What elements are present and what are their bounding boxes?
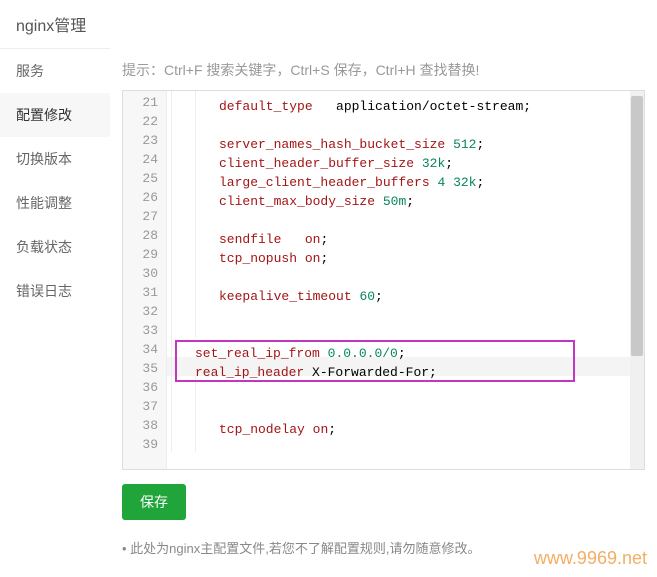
line-number: 38 [123, 416, 166, 435]
line-number: 36 [123, 378, 166, 397]
page-title: nginx管理 [0, 0, 657, 48]
code-line[interactable] [167, 395, 644, 414]
code-line[interactable]: server_names_hash_bucket_size 512; [167, 129, 644, 148]
line-number: 24 [123, 150, 166, 169]
sidebar: 服务配置修改切换版本性能调整负载状态错误日志 [0, 48, 110, 577]
line-number: 27 [123, 207, 166, 226]
scrollbar[interactable] [630, 91, 644, 469]
line-number: 35 [123, 359, 166, 378]
code-editor[interactable]: 21222324252627282930313233343536373839 d… [122, 90, 645, 470]
line-number: 26 [123, 188, 166, 207]
sidebar-item-5[interactable]: 错误日志 [0, 269, 110, 313]
code-line[interactable] [167, 319, 644, 338]
main-panel: 提示：Ctrl+F 搜索关键字，Ctrl+S 保存，Ctrl+H 查找替换! 2… [110, 48, 657, 577]
tip-text: 提示：Ctrl+F 搜索关键字，Ctrl+S 保存，Ctrl+H 查找替换! [122, 54, 645, 90]
line-number: 23 [123, 131, 166, 150]
line-number: 30 [123, 264, 166, 283]
code-line[interactable]: client_max_body_size 50m; [167, 186, 644, 205]
line-number: 33 [123, 321, 166, 340]
sidebar-item-1[interactable]: 配置修改 [0, 93, 110, 137]
code-line[interactable]: large_client_header_buffers 4 32k; [167, 167, 644, 186]
sidebar-item-2[interactable]: 切换版本 [0, 137, 110, 181]
scroll-thumb[interactable] [631, 96, 643, 356]
line-number: 34 [123, 340, 166, 359]
line-number: 22 [123, 112, 166, 131]
code-line[interactable]: keepalive_timeout 60; [167, 281, 644, 300]
code-line[interactable]: default_type application/octet-stream; [167, 91, 644, 110]
line-number: 37 [123, 397, 166, 416]
line-number: 31 [123, 283, 166, 302]
line-number: 28 [123, 226, 166, 245]
line-gutter: 21222324252627282930313233343536373839 [123, 91, 167, 469]
line-number: 21 [123, 93, 166, 112]
sidebar-item-4[interactable]: 负载状态 [0, 225, 110, 269]
code-line[interactable]: tcp_nopush on; [167, 243, 644, 262]
code-line[interactable]: real_ip_header X-Forwarded-For; [167, 357, 644, 376]
code-line[interactable]: sendfile on; [167, 224, 644, 243]
code-line[interactable]: tcp_nodelay on; [167, 414, 644, 433]
sidebar-item-3[interactable]: 性能调整 [0, 181, 110, 225]
note-text: 此处为nginx主配置文件,若您不了解配置规则,请勿随意修改。 [122, 538, 645, 557]
sidebar-item-0[interactable]: 服务 [0, 49, 110, 93]
code-area[interactable]: default_type application/octet-stream; se… [167, 91, 644, 469]
save-button[interactable]: 保存 [122, 484, 186, 520]
code-line[interactable]: set_real_ip_from 0.0.0.0/0; [167, 338, 644, 357]
line-number: 25 [123, 169, 166, 188]
code-line[interactable]: client_header_buffer_size 32k; [167, 148, 644, 167]
line-number: 29 [123, 245, 166, 264]
line-number: 32 [123, 302, 166, 321]
line-number: 39 [123, 435, 166, 454]
